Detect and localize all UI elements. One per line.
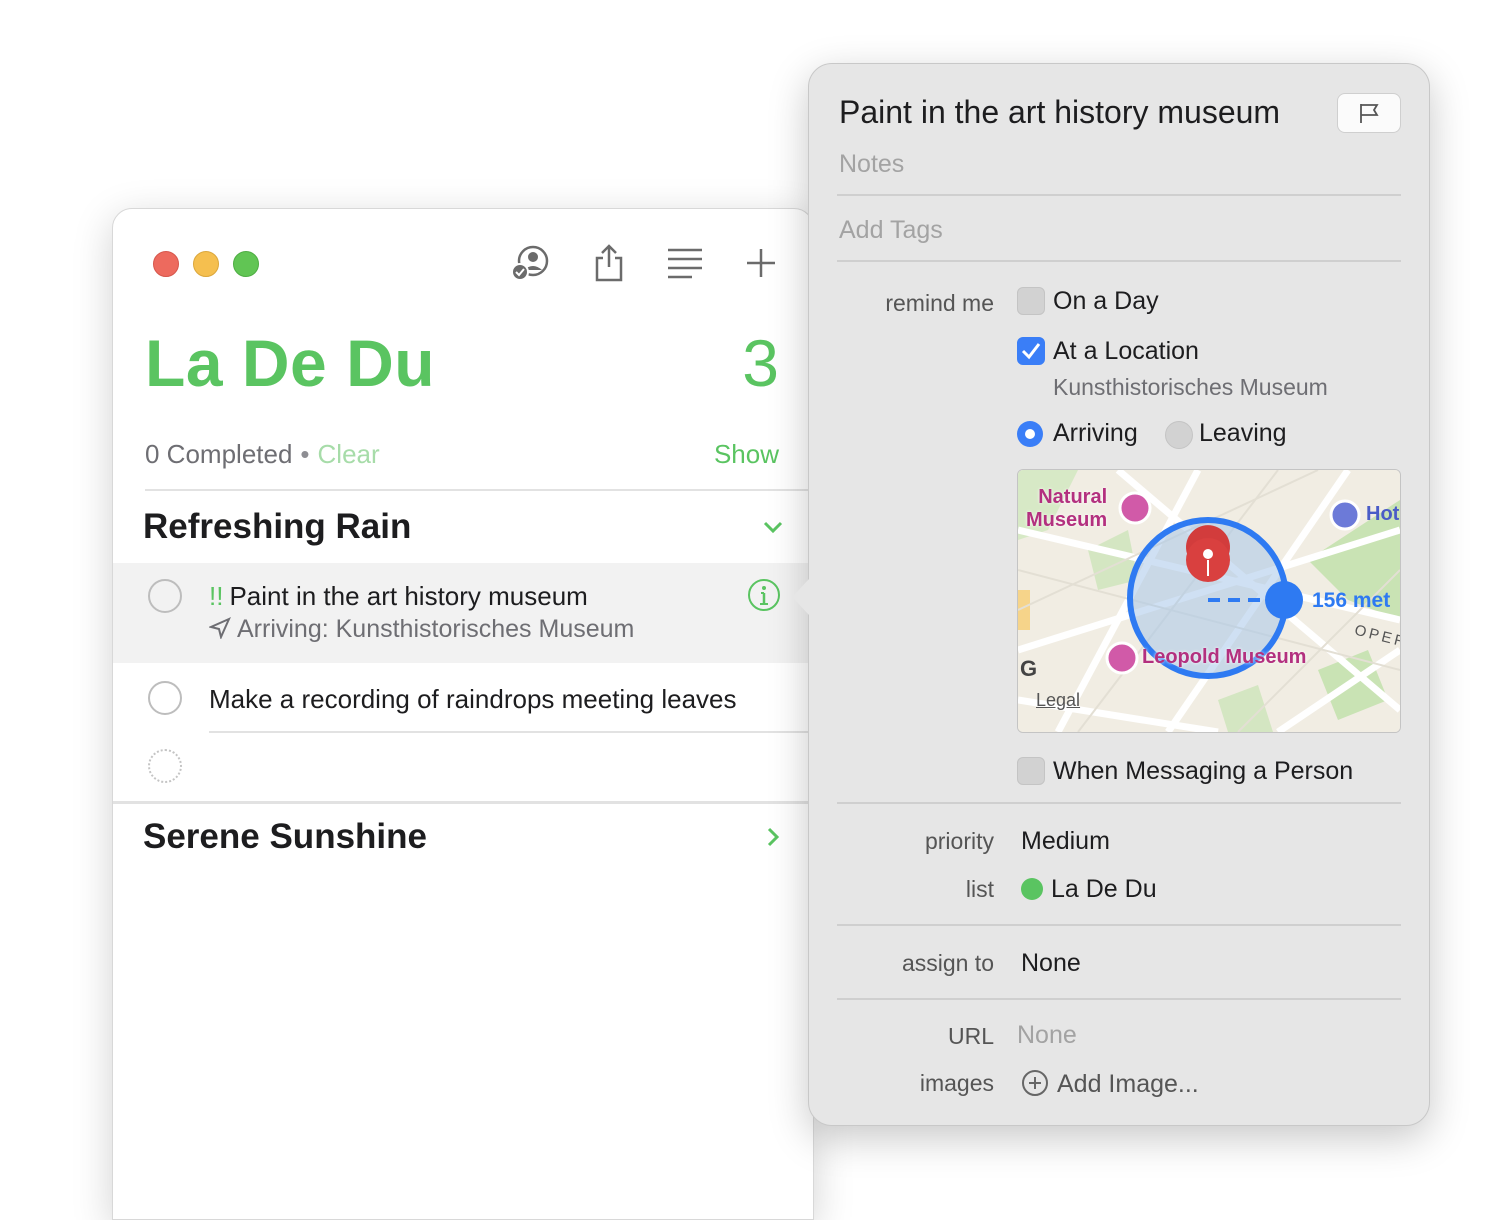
at-a-location-label[interactable]: At a Location bbox=[1053, 337, 1199, 366]
arriving-radio[interactable] bbox=[1017, 421, 1043, 447]
reminder-inspector-popover: Paint in the art history museum Notes Ad… bbox=[792, 63, 1430, 1126]
divider bbox=[837, 924, 1401, 926]
chevron-right-icon[interactable] bbox=[761, 825, 785, 854]
at-a-location-checkbox[interactable] bbox=[1017, 337, 1045, 365]
divider bbox=[837, 802, 1401, 804]
inspector-title[interactable]: Paint in the art history museum bbox=[839, 94, 1280, 131]
list-select-value: La De Du bbox=[1051, 875, 1157, 903]
location-arrow-icon bbox=[207, 617, 231, 641]
map-label-line: Natural bbox=[1038, 486, 1108, 508]
priority-marks: !! bbox=[209, 581, 224, 611]
share-icon[interactable] bbox=[587, 241, 631, 285]
checkmark-icon bbox=[1021, 343, 1041, 360]
on-a-day-label[interactable]: On a Day bbox=[1053, 287, 1159, 316]
clear-completed-link[interactable]: Clear bbox=[318, 439, 380, 469]
when-messaging-checkbox[interactable] bbox=[1017, 757, 1045, 785]
flag-button[interactable] bbox=[1337, 93, 1401, 133]
list-select[interactable]: La De Du bbox=[1021, 875, 1157, 904]
divider bbox=[145, 489, 813, 491]
section-title-refreshing-rain[interactable]: Refreshing Rain bbox=[143, 507, 411, 547]
new-task-placeholder-circle[interactable] bbox=[148, 749, 182, 783]
list-label: list bbox=[965, 876, 994, 902]
section-divider bbox=[113, 801, 813, 804]
location-name-field[interactable]: Kunsthistorisches Museum bbox=[1053, 374, 1328, 401]
assign-to-select[interactable]: None bbox=[1021, 949, 1081, 978]
map-label-leopold-museum: Leopold Museum bbox=[1142, 646, 1307, 668]
chevron-down-icon[interactable] bbox=[761, 515, 785, 544]
flag-icon bbox=[1360, 104, 1379, 123]
priority-select[interactable]: Medium bbox=[1021, 827, 1110, 856]
task-complete-checkbox[interactable] bbox=[148, 681, 182, 715]
list-title: La De Du bbox=[145, 326, 436, 400]
task-title[interactable]: Make a recording of raindrops meeting le… bbox=[209, 684, 737, 715]
task-title-text: Paint in the art history museum bbox=[229, 581, 588, 611]
leaving-label[interactable]: Leaving bbox=[1199, 419, 1287, 448]
zoom-window-button[interactable] bbox=[233, 251, 259, 277]
info-icon[interactable] bbox=[747, 578, 781, 612]
divider bbox=[837, 260, 1401, 262]
add-image-button[interactable]: Add Image... bbox=[1021, 1069, 1199, 1099]
list-format-icon[interactable] bbox=[663, 241, 707, 285]
assign-to-label: assign to bbox=[901, 950, 994, 976]
completed-count: 0 Completed bbox=[145, 439, 293, 469]
plus-icon[interactable] bbox=[739, 241, 783, 285]
list-count: 3 bbox=[742, 326, 779, 400]
remind-me-label: remind me bbox=[885, 290, 994, 316]
task-location-subtitle: Arriving: Kunsthistorisches Museum bbox=[207, 615, 635, 644]
notes-field[interactable]: Notes bbox=[839, 150, 904, 179]
when-messaging-label[interactable]: When Messaging a Person bbox=[1053, 757, 1353, 786]
divider bbox=[837, 194, 1401, 196]
list-color-dot bbox=[1021, 878, 1043, 900]
map-legal-link[interactable]: Legal bbox=[1036, 690, 1080, 711]
map-label-line: Museum bbox=[1026, 509, 1108, 531]
map-label-natural-museum: Natural Museum bbox=[1026, 486, 1107, 532]
task-complete-checkbox[interactable] bbox=[148, 579, 182, 613]
plus-circle-icon bbox=[1022, 1070, 1048, 1096]
separator-dot: • bbox=[300, 439, 310, 469]
divider bbox=[209, 731, 813, 733]
divider bbox=[837, 998, 1401, 1000]
task-title[interactable]: !! Paint in the art history museum bbox=[209, 581, 588, 612]
add-image-label: Add Image... bbox=[1057, 1070, 1199, 1098]
location-map[interactable]: Natural Museum Hot 156 met OPER Leopold … bbox=[1017, 469, 1401, 733]
new-task-row[interactable] bbox=[113, 735, 813, 801]
arriving-label[interactable]: Arriving bbox=[1053, 419, 1138, 448]
priority-label: priority bbox=[924, 828, 994, 854]
section-title-serene-sunshine[interactable]: Serene Sunshine bbox=[143, 817, 427, 857]
reminders-window: La De Du 3 0 Completed • Clear Show Refres… bbox=[112, 208, 814, 1220]
popover-arrow bbox=[792, 579, 809, 615]
on-a-day-checkbox[interactable] bbox=[1017, 287, 1045, 315]
task-row[interactable]: !! Paint in the art history museum Arrivi… bbox=[113, 563, 813, 663]
share-people-icon[interactable] bbox=[507, 241, 551, 285]
completed-summary: 0 Completed • Clear bbox=[145, 439, 380, 470]
map-distance-label: 156 met bbox=[1312, 589, 1391, 612]
leaving-radio[interactable] bbox=[1165, 421, 1193, 449]
task-subtitle-text: Arriving: Kunsthistorisches Museum bbox=[237, 615, 635, 643]
task-row[interactable]: Make a recording of raindrops meeting le… bbox=[113, 665, 813, 731]
map-label-hotel: Hot bbox=[1366, 503, 1400, 525]
url-label: URL bbox=[947, 1023, 994, 1049]
tags-field[interactable]: Add Tags bbox=[839, 216, 943, 245]
map-g-label: G bbox=[1020, 656, 1038, 681]
close-window-button[interactable] bbox=[153, 251, 179, 277]
images-label: images bbox=[919, 1070, 994, 1096]
show-completed-link[interactable]: Show bbox=[714, 439, 779, 470]
url-field[interactable]: None bbox=[1017, 1021, 1077, 1050]
minimize-window-button[interactable] bbox=[193, 251, 219, 277]
